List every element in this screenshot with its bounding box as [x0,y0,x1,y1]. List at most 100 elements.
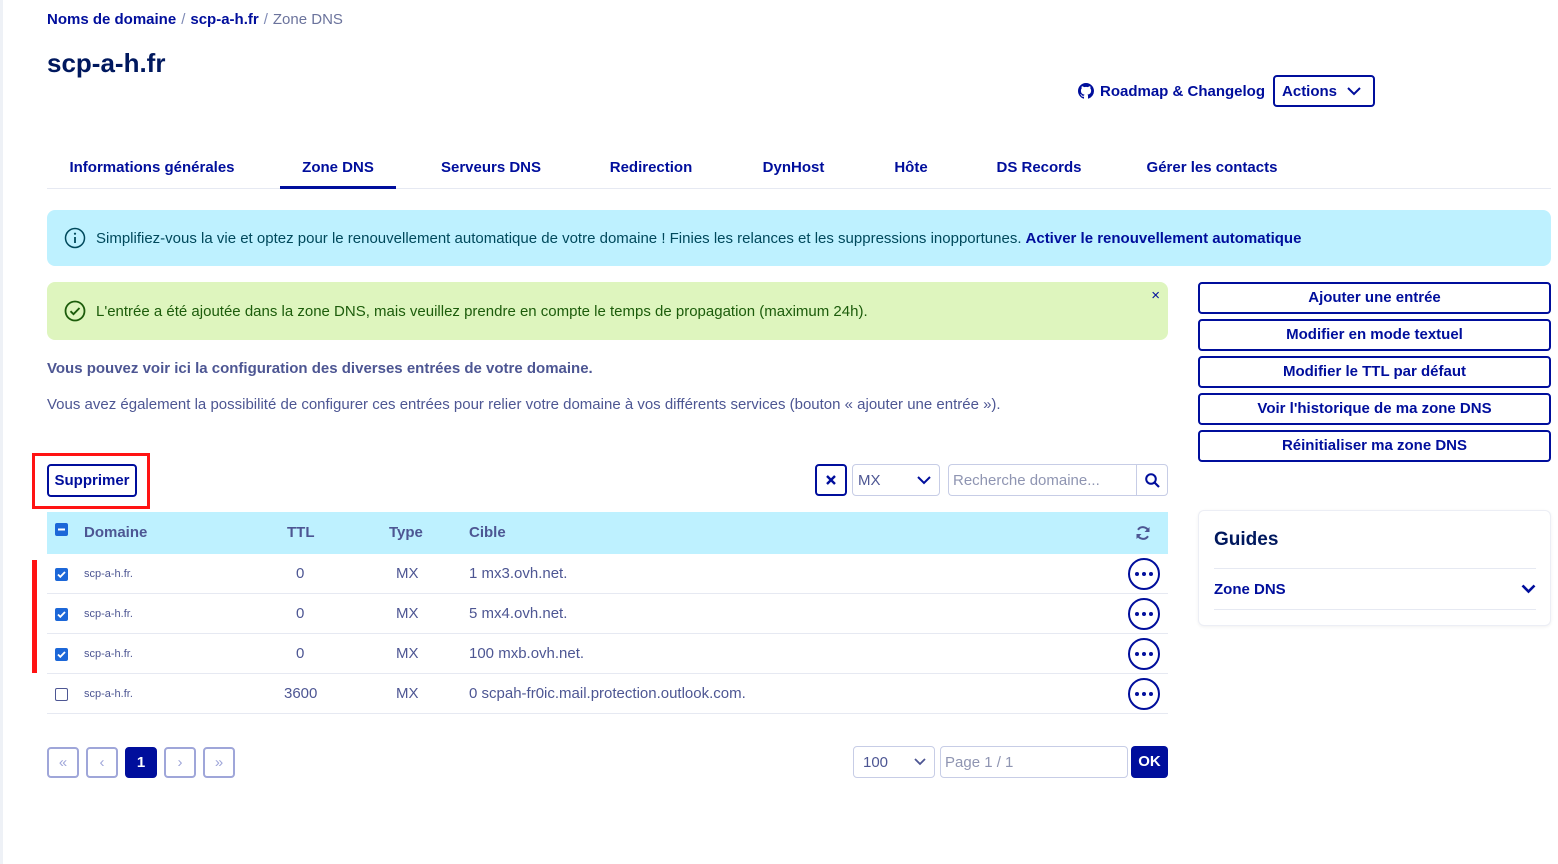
breadcrumb-domains-link[interactable]: Noms de domaine [47,11,176,28]
header-target[interactable]: Cible [469,512,506,554]
row-checkbox[interactable] [55,608,68,621]
row-type: MX [396,645,419,662]
ok-button[interactable]: OK [1131,746,1168,778]
row-domain: scp-a-h.fr. [84,688,133,700]
refresh-icon[interactable] [1135,525,1151,541]
row-target: 0 scpah-fr0ic.mail.protection.outlook.co… [469,685,746,702]
prev-page-button[interactable]: ‹ [86,747,118,778]
roadmap-changelog-link[interactable]: Roadmap & Changelog [1078,83,1265,100]
tab-dns-servers[interactable]: Serveurs DNS [436,146,546,189]
row-actions-button[interactable] [1128,598,1160,630]
row-actions-button[interactable] [1128,638,1160,670]
select-all-checkbox[interactable] [55,523,68,536]
row-checkbox[interactable] [55,688,68,701]
info-banner-text: Simplifiez-vous la vie et optez pour le … [96,229,1022,247]
more-icon [1135,692,1153,696]
type-filter-value: MX [858,471,881,489]
breadcrumb-current: Zone DNS [272,11,343,28]
header-type[interactable]: Type [389,512,423,554]
page-title: scp-a-h.fr [47,48,166,78]
check-icon [57,651,66,659]
more-icon [1135,572,1153,576]
search-icon [1144,472,1160,488]
clear-filter-button[interactable] [815,464,847,496]
chevron-down-icon [917,475,931,484]
chevron-down-icon [1347,86,1361,95]
row-target: 5 mx4.ovh.net. [469,605,568,622]
row-type: MX [396,685,419,702]
tab-ds-records[interactable]: DS Records [993,146,1085,189]
side-actions: Ajouter une entrée Modifier en mode text… [1198,282,1551,467]
row-ttl: 0 [296,645,305,662]
actions-dropdown[interactable]: Actions [1273,75,1376,107]
dns-records-table: Domaine TTL Type Cible scp-a-h.fr. 0 MX … [47,512,1168,714]
header-domain[interactable]: Domaine [84,512,147,554]
text-mode-button[interactable]: Modifier en mode textuel [1198,319,1551,351]
guides-item-dns-zone[interactable]: Zone DNS [1214,568,1536,610]
header-ttl[interactable]: TTL [287,512,315,554]
breadcrumb-domain-link[interactable]: scp-a-h.fr [190,11,258,28]
highlight-line [32,560,37,673]
row-ttl: 0 [296,565,305,582]
row-actions-button[interactable] [1128,678,1160,710]
table-row: scp-a-h.fr. 0 MX 1 mx3.ovh.net. [47,554,1168,594]
tab-host[interactable]: Hôte [887,146,935,189]
row-checkbox[interactable] [55,568,68,581]
roadmap-label: Roadmap & Changelog [1100,82,1266,100]
breadcrumb-separator: / [181,11,186,28]
page-input[interactable] [940,746,1128,778]
row-actions-button[interactable] [1128,558,1160,590]
success-banner-text: L'entrée a été ajoutée dans la zone DNS,… [96,302,868,320]
delete-button[interactable]: Supprimer [47,464,137,497]
description-text: Vous avez également la possibilité de co… [47,396,1001,413]
minus-icon [58,528,65,531]
tab-dynhost[interactable]: DynHost [757,146,830,189]
guides-item-label: Zone DNS [1214,580,1286,598]
last-page-button[interactable]: » [203,747,235,778]
row-ttl: 3600 [284,685,318,702]
row-domain: scp-a-h.fr. [84,608,133,620]
page-number-button[interactable]: 1 [125,747,157,778]
table-row: scp-a-h.fr. 0 MX 100 mxb.ovh.net. [47,634,1168,674]
per-page-select[interactable]: 100 [853,746,935,778]
github-icon [1078,83,1094,99]
row-ttl: 0 [296,605,305,622]
more-icon [1135,652,1153,656]
close-icon[interactable]: × [1151,287,1160,304]
check-circle-icon [64,300,86,322]
search-button[interactable] [1136,464,1168,496]
row-type: MX [396,605,419,622]
tab-manage-contacts[interactable]: Gérer les contacts [1144,146,1280,189]
row-target: 1 mx3.ovh.net. [469,565,568,582]
auto-renewal-link[interactable]: Activer le renouvellement automatique [1026,230,1302,247]
row-domain: scp-a-h.fr. [84,648,133,660]
success-banner: L'entrée a été ajoutée dans la zone DNS,… [47,282,1168,340]
table-row: scp-a-h.fr. 0 MX 5 mx4.ovh.net. [47,594,1168,634]
zone-history-button[interactable]: Voir l'historique de ma zone DNS [1198,393,1551,425]
table-header: Domaine TTL Type Cible [47,512,1168,554]
check-icon [57,571,66,579]
more-icon [1135,612,1153,616]
actions-label: Actions [1282,82,1338,100]
tab-redirection[interactable]: Redirection [605,146,697,189]
pagination: « ‹ 1 › » [47,747,235,778]
guides-panel: Guides Zone DNS [1198,510,1551,626]
description-title: Vous pouvez voir ici la configuration de… [47,360,593,377]
reset-zone-button[interactable]: Réinitialiser ma zone DNS [1198,430,1551,462]
close-icon [826,475,836,485]
next-page-button[interactable]: › [164,747,196,778]
tab-bar: Informations générales Zone DNS Serveurs… [47,146,1551,189]
row-domain: scp-a-h.fr. [84,568,133,580]
first-page-button[interactable]: « [47,747,79,778]
chevron-down-icon [1521,584,1536,594]
per-page-value: 100 [863,753,889,771]
type-filter-select[interactable]: MX [852,464,940,496]
check-icon [57,611,66,619]
default-ttl-button[interactable]: Modifier le TTL par défaut [1198,356,1551,388]
tab-general-info[interactable]: Informations générales [57,146,247,189]
search-input[interactable] [948,464,1136,496]
add-entry-button[interactable]: Ajouter une entrée [1198,282,1551,314]
row-target: 100 mxb.ovh.net. [469,645,585,662]
tab-dns-zone[interactable]: Zone DNS [280,146,396,189]
row-checkbox[interactable] [55,648,68,661]
